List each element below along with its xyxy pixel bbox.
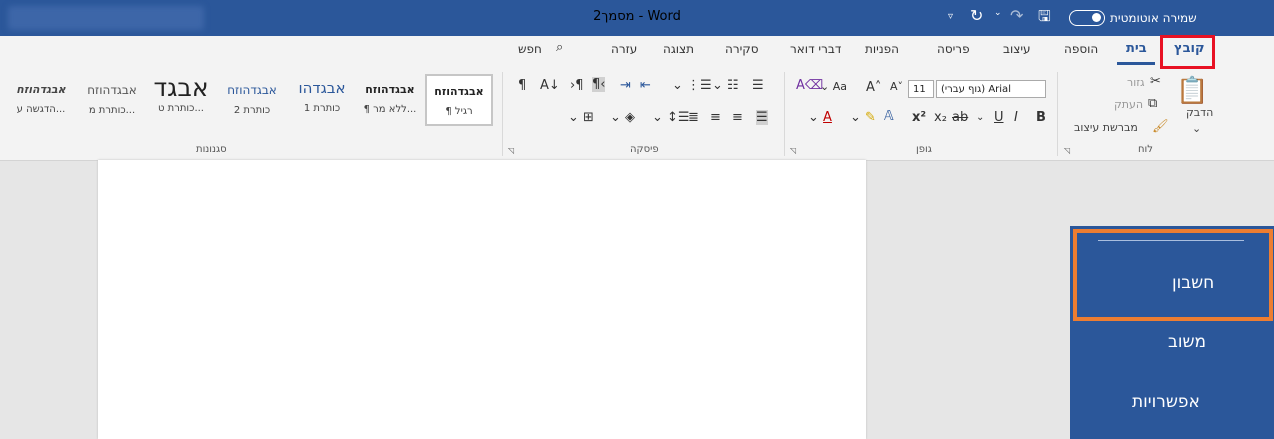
align-center-icon[interactable]: ≡ — [732, 110, 743, 125]
tab-review[interactable]: סקירה — [725, 42, 759, 56]
font-color-icon[interactable]: ⌄ A — [808, 110, 832, 125]
autosave-label: שמירה אוטומטית — [1110, 11, 1197, 25]
style-preview: אבגדהוזח — [227, 83, 277, 97]
font-name-box[interactable]: (גוף עברי) Arial — [936, 80, 1046, 98]
borders-icon[interactable]: ⌄ ⊞ — [568, 110, 594, 125]
font-size-box[interactable]: 11 — [908, 80, 934, 98]
rtl-icon[interactable]: ¶‹ — [592, 77, 606, 92]
paste-dropdown-icon[interactable]: ⌄ — [1192, 122, 1201, 135]
style-heading-2[interactable]: אבגדהוזח כותרת 2 — [217, 74, 287, 126]
line-spacing-icon[interactable]: ⌄ ↕☰ — [652, 110, 690, 125]
clipboard-group-label: לוח — [1138, 144, 1153, 155]
clipboard-launcher-icon[interactable]: ◹ — [1064, 146, 1070, 155]
ltr-icon[interactable]: ›¶ — [570, 78, 583, 93]
styles-group-label: סגנונות — [196, 144, 227, 155]
style-no-spacing[interactable]: אבגדהוזח ¶ ללא מר... — [357, 74, 423, 126]
shading-icon[interactable]: ⌄ ◈ — [610, 110, 635, 125]
file-tab-highlight — [1160, 35, 1215, 69]
paragraph-group-label: פיסקה — [630, 144, 659, 155]
undo-dropdown-icon[interactable]: ⌄ — [994, 8, 1002, 18]
style-preview: אבגדהוזח — [87, 83, 137, 97]
style-label: כותרת מ... — [88, 105, 136, 116]
change-case-icon[interactable]: ⌄ Aa — [820, 80, 847, 93]
paste-icon[interactable]: 📋 — [1176, 76, 1208, 106]
subscript-icon[interactable]: x₂ — [934, 110, 947, 125]
style-preview: אבגדהוזח — [434, 85, 484, 98]
style-normal[interactable]: אבגדהוזח ¶ רגיל — [425, 74, 493, 126]
active-tab-underline — [1117, 62, 1155, 65]
underline-icon[interactable]: U — [994, 110, 1004, 125]
document-page[interactable] — [98, 160, 866, 439]
cut-button[interactable]: גזור — [1127, 76, 1145, 89]
sort-icon[interactable]: A↓ — [540, 78, 560, 93]
superscript-icon[interactable]: x² — [912, 110, 926, 125]
tab-view[interactable]: תצוגה — [663, 42, 694, 56]
highlight-color-icon[interactable]: ⌄ ✎ — [850, 110, 876, 125]
style-label: כותרת 1 — [303, 103, 341, 114]
clear-formatting-icon[interactable]: A⌫ — [796, 78, 823, 93]
align-right-icon[interactable]: ☰ — [756, 110, 768, 125]
autosave-toggle[interactable] — [1069, 10, 1105, 26]
cut-icon[interactable]: ✂ — [1150, 74, 1161, 89]
font-group-label: גופן — [916, 144, 932, 155]
style-label: ¶ רגיל — [445, 106, 473, 117]
multilevel-list-icon[interactable]: ⌄ ⋮☰ — [672, 78, 712, 93]
format-painter-icon[interactable]: 🖌 — [1152, 119, 1169, 134]
tab-help[interactable]: עזרה — [611, 42, 637, 56]
tab-mailings[interactable]: דברי דואר — [790, 42, 841, 56]
redo-icon[interactable]: ↷ — [1010, 6, 1023, 25]
style-preview: אבגדהוזח — [16, 83, 66, 96]
save-icon[interactable]: 🖫 — [1038, 6, 1051, 31]
decrease-indent-icon[interactable]: ⇤ — [640, 78, 651, 93]
group-separator — [502, 72, 503, 156]
style-label: כותרת 2 — [233, 105, 271, 116]
tab-references[interactable]: הפניות — [865, 42, 899, 56]
customize-qat-icon[interactable]: ▿ — [948, 11, 953, 22]
numbering-icon[interactable]: ⌄ ☷ — [712, 78, 739, 93]
style-subtitle[interactable]: אבגדהוזח כותרת מ... — [79, 74, 145, 126]
menu-item-feedback[interactable]: משוב — [1168, 332, 1206, 352]
tab-home[interactable]: בית — [1126, 41, 1147, 56]
style-label: ¶ ללא מר... — [363, 104, 417, 115]
style-title[interactable]: אבגד כותרת ט... — [147, 73, 215, 126]
show-marks-icon[interactable]: ¶ — [518, 78, 526, 93]
justify-icon[interactable]: ≣ — [688, 110, 699, 125]
underline-dropdown-icon[interactable]: ⌄ — [976, 112, 984, 123]
strikethrough-icon[interactable]: ab — [952, 110, 968, 125]
style-heading-1[interactable]: אבגדהו כותרת 1 — [289, 74, 355, 126]
italic-icon[interactable]: I — [1014, 110, 1018, 125]
tab-design[interactable]: עיצוב — [1003, 42, 1031, 56]
style-label: כותרת ט... — [157, 103, 204, 114]
font-launcher-icon[interactable]: ◹ — [790, 146, 796, 155]
paragraph-launcher-icon[interactable]: ◹ — [508, 146, 514, 155]
tab-insert[interactable]: הוספה — [1064, 42, 1098, 56]
paste-button[interactable]: הדבק — [1186, 106, 1213, 119]
style-subtle-emphasis[interactable]: אבגדהוזח הדגשה ע... — [5, 74, 77, 126]
style-preview: אבגד — [153, 73, 209, 102]
tab-layout[interactable]: פריסה — [937, 42, 970, 56]
group-separator — [784, 72, 785, 156]
bullets-icon[interactable]: ☰ — [752, 78, 764, 93]
highlighter-icon: ✎ — [865, 110, 876, 125]
style-preview: אבגדהוזח — [365, 83, 415, 96]
copy-icon[interactable]: ⧉ — [1148, 96, 1157, 111]
text-effects-icon[interactable]: 𝔸 — [884, 109, 894, 124]
bold-icon[interactable]: B — [1036, 110, 1046, 125]
copy-button[interactable]: העתק — [1114, 98, 1143, 111]
format-painter-button[interactable]: מברשת עיצוב — [1074, 121, 1138, 134]
increase-indent-icon[interactable]: ⇥ — [620, 78, 631, 93]
shrink-font-icon[interactable]: A˅ — [890, 80, 903, 93]
grow-font-icon[interactable]: A˄ — [866, 80, 881, 95]
menu-item-options[interactable]: אפשרויות — [1132, 392, 1200, 412]
group-separator — [1057, 72, 1058, 156]
style-preview: אבגדהו — [298, 79, 346, 97]
undo-icon[interactable]: ↻ — [970, 6, 983, 25]
align-left-icon[interactable]: ≡ — [710, 110, 721, 125]
account-highlight — [1073, 229, 1273, 321]
search-icon[interactable]: ⌕ — [556, 40, 563, 55]
tab-search[interactable]: חפש — [518, 42, 542, 56]
toggle-knob — [1092, 13, 1101, 22]
style-label: הדגשה ע... — [16, 104, 66, 115]
